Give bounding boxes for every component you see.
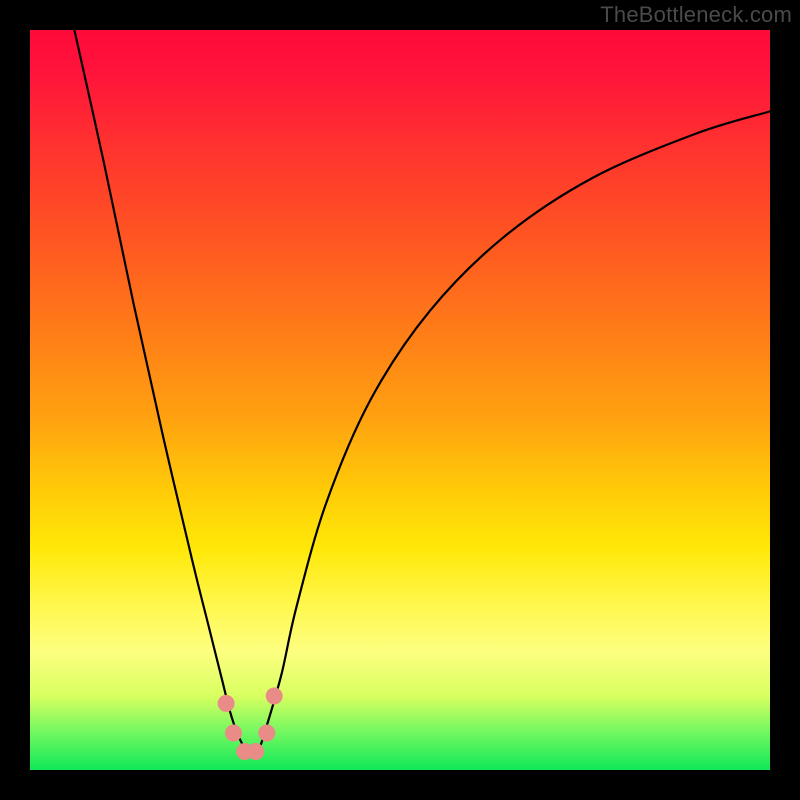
watermark-text: TheBottleneck.com: [600, 2, 792, 28]
valley-dot: [266, 688, 283, 705]
valley-dot: [218, 695, 235, 712]
valley-dot: [247, 743, 264, 760]
bottleneck-curve-svg: [30, 30, 770, 770]
chart-plot-area: [30, 30, 770, 770]
valley-dot: [258, 725, 275, 742]
valley-dots-group: [218, 688, 283, 761]
valley-dot: [225, 725, 242, 742]
bottleneck-curve-path: [74, 30, 770, 755]
